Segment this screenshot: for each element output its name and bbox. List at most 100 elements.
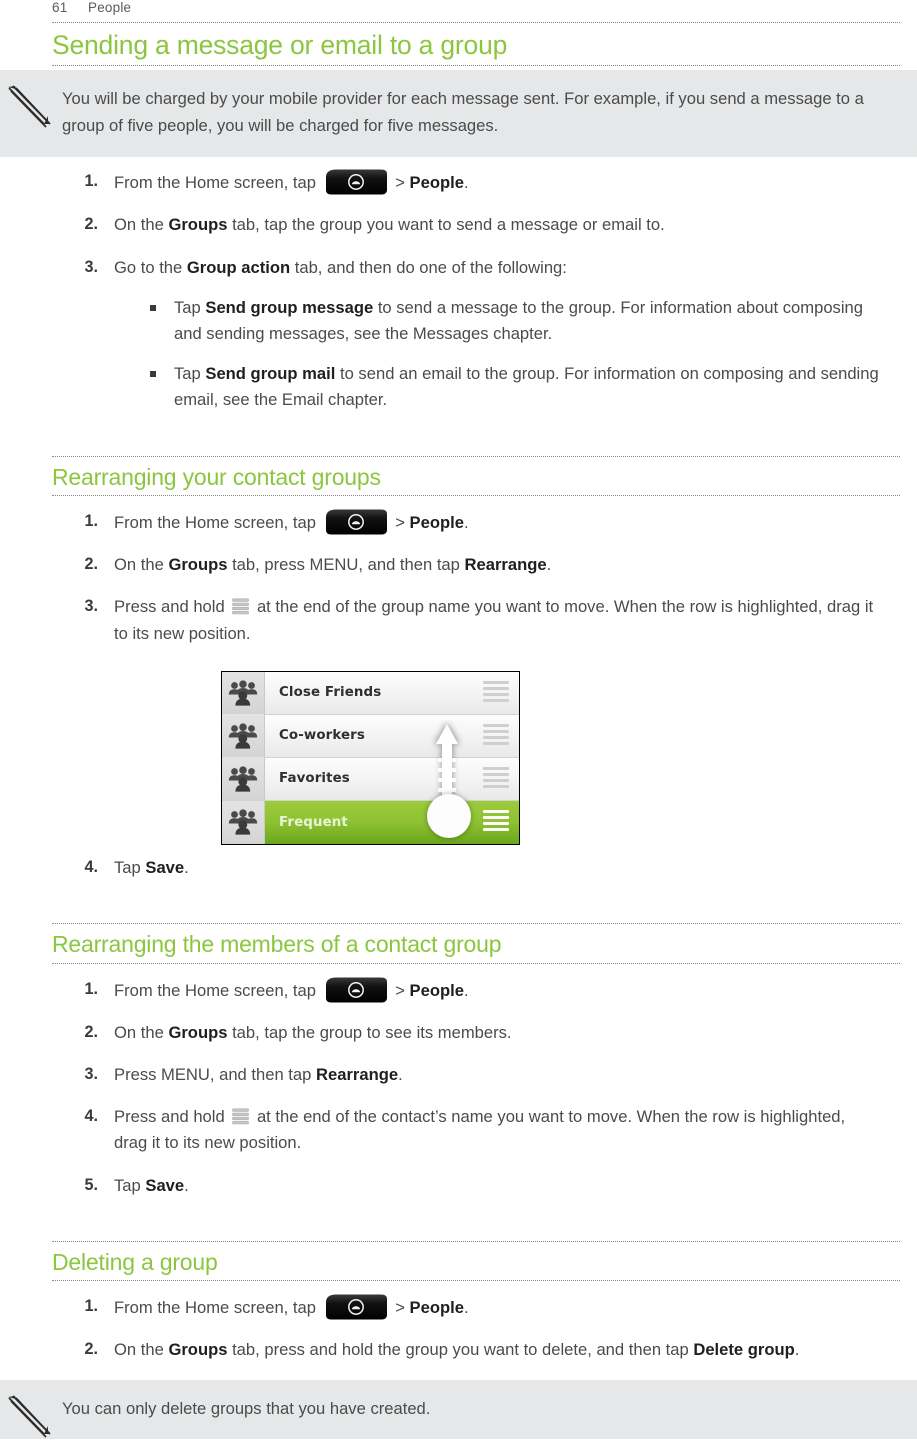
group-avatar xyxy=(222,800,265,844)
step-body: From the Home screen, tap > People. xyxy=(114,977,469,1003)
step-body: Press MENU, and then tap Rearrange. xyxy=(114,1065,403,1084)
step-item: 1. From the Home screen, tap > People. xyxy=(52,509,881,536)
figure-wrapper: Close Friends Co-workers Favorites Frequ… xyxy=(0,670,917,845)
drag-bar xyxy=(483,741,509,745)
note-text: You can only delete groups that you have… xyxy=(62,1398,431,1418)
row-drag-handle[interactable] xyxy=(471,810,519,834)
touch-point-indicator xyxy=(427,793,471,838)
group-list-row[interactable]: Frequent xyxy=(222,800,519,844)
step-text: > xyxy=(395,513,410,533)
step-text: . xyxy=(184,857,189,877)
step-body: On the Groups tab, press MENU, and then … xyxy=(114,555,551,574)
dotted-rule xyxy=(52,65,900,67)
step-text: . xyxy=(463,980,469,1000)
drag-bar xyxy=(483,735,509,739)
note-band: You will be charged by your mobile provi… xyxy=(0,70,917,158)
ui-term: Rearrange xyxy=(464,555,547,575)
drag-handle-icon xyxy=(232,598,250,616)
ui-term: Groups xyxy=(168,1340,228,1360)
home-app-launcher-icon xyxy=(324,977,388,1003)
step-item: 3. Press and hold at the end of the group… xyxy=(52,594,881,646)
step-text: Tap xyxy=(114,857,146,877)
step-text: From the Home screen, tap xyxy=(114,513,321,533)
dotted-rule xyxy=(52,495,900,497)
pencil-icon xyxy=(8,85,51,129)
chapter-name: People xyxy=(88,0,132,15)
step-body: From the Home screen, tap > People. xyxy=(114,1294,469,1320)
step-text: . xyxy=(463,1298,469,1318)
sub-bullet-item: Tap Send group message to send a message… xyxy=(147,295,881,347)
step-item: 1. From the Home screen, tap > People. xyxy=(52,169,881,196)
step-body: From the Home screen, tap > People. xyxy=(114,169,469,195)
group-list-row[interactable]: Favorites xyxy=(222,757,519,801)
step-text: tab, press and hold the group you want t… xyxy=(227,1340,694,1360)
ui-term: Save xyxy=(145,857,185,877)
group-avatar xyxy=(222,671,265,715)
sub-bullet-list: Tap Send group message to send a message… xyxy=(114,295,881,414)
step-text: Go to the xyxy=(114,257,187,277)
step-text: On the xyxy=(114,1340,169,1360)
step-number: 4. xyxy=(84,1107,98,1126)
step-item: 3. Press MENU, and then tap Rearrange. xyxy=(52,1062,881,1088)
step-number: 2. xyxy=(84,1022,98,1041)
steps-list-sending: 1. From the Home screen, tap > People. 2. O… xyxy=(0,169,917,413)
group-avatar xyxy=(222,714,265,758)
group-avatar xyxy=(222,757,265,801)
step-item: 3. Go to the Group action tab, and then d… xyxy=(52,255,881,414)
ui-term: Rearrange xyxy=(316,1064,399,1084)
ui-term: People xyxy=(409,173,464,193)
step-body: Press and hold at the end of the group n… xyxy=(114,597,873,642)
section-heading-sending: Sending a message or email to a group xyxy=(52,30,508,60)
drag-handle-icon xyxy=(483,723,509,748)
steps-list-rearranging-groups: 1. From the Home screen, tap > People. 2. O… xyxy=(0,509,917,881)
step-text: Tap xyxy=(174,364,206,384)
drag-bar xyxy=(483,729,509,733)
drag-handle-icon xyxy=(232,1108,250,1126)
step-text: Press and hold xyxy=(114,597,230,617)
step-number: 1. xyxy=(84,1297,98,1316)
step-body: Tap Save. xyxy=(114,858,189,877)
drag-bar xyxy=(483,766,509,770)
step-text: Press and hold xyxy=(114,1107,230,1127)
step-text: . xyxy=(463,513,469,533)
dotted-rule xyxy=(52,22,900,24)
ui-term: Send group mail xyxy=(205,364,336,384)
note-band: You can only delete groups that you have… xyxy=(0,1379,917,1440)
step-text: > xyxy=(395,980,410,1000)
step-number: 3. xyxy=(84,1064,98,1083)
dotted-rule xyxy=(52,962,900,965)
sub-bullet-item: Tap Send group mail to send an email to … xyxy=(147,361,881,413)
drag-bar xyxy=(483,686,509,690)
row-drag-handle[interactable] xyxy=(471,680,519,705)
step-text: . xyxy=(184,1175,189,1195)
step-item: 5. Tap Save. xyxy=(52,1173,881,1199)
section-heading-deleting-group: Deleting a group xyxy=(52,1248,218,1275)
step-text: On the xyxy=(114,1022,169,1042)
ui-term: People xyxy=(409,1298,464,1318)
row-drag-handle[interactable] xyxy=(471,723,519,748)
step-text: tab, press MENU, and then tap xyxy=(227,555,465,575)
group-people-icon xyxy=(228,766,258,792)
step-number: 5. xyxy=(84,1175,98,1194)
row-drag-handle[interactable] xyxy=(471,766,519,791)
dotted-rule xyxy=(52,455,900,458)
step-text: > xyxy=(395,173,410,193)
step-number: 4. xyxy=(84,857,98,876)
step-text: Tap xyxy=(114,1175,146,1195)
group-row-label: Close Friends xyxy=(279,685,382,701)
step-text: On the xyxy=(114,215,169,235)
home-app-launcher-icon xyxy=(324,1294,388,1320)
ui-term: Save xyxy=(145,1175,185,1195)
steps-list-rearranging-members: 1. From the Home screen, tap > People. 2. O… xyxy=(0,977,917,1199)
drag-handle-icon xyxy=(483,810,509,834)
page-number: 61 xyxy=(52,0,68,15)
dotted-rule xyxy=(52,1280,900,1282)
group-list-row[interactable]: Co-workers xyxy=(222,714,519,758)
drag-handle-icon xyxy=(483,680,509,705)
drag-bar xyxy=(483,778,509,782)
drag-bar xyxy=(483,772,509,776)
step-body: Tap Save. xyxy=(114,1176,189,1195)
group-list-row[interactable]: Close Friends xyxy=(222,671,519,715)
